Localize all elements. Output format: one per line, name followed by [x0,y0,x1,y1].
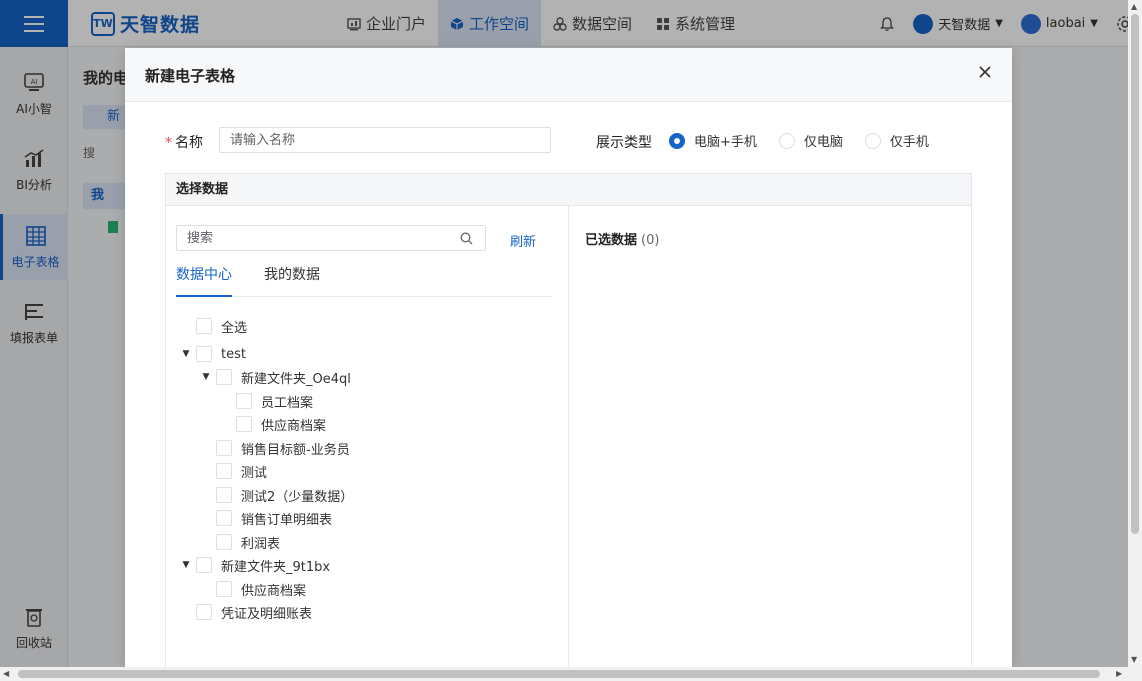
tree-checkbox[interactable] [216,534,232,550]
required-mark: * [165,135,172,151]
tree-item[interactable]: 销售订单明细表 [196,508,332,528]
tree-item-label: 凭证及明细账表 [221,606,313,622]
refresh-button[interactable]: 刷新 [510,231,536,250]
search-icon[interactable] [460,232,473,245]
tree-checkbox[interactable] [236,416,252,432]
tree-checkbox[interactable] [196,557,212,573]
tree-item[interactable]: 员工档案 [216,391,313,411]
name-label: * 名称 [165,135,203,151]
radio-desktop-only[interactable]: 仅电脑 [778,131,843,150]
tree-checkbox[interactable] [216,463,232,479]
horizontal-scrollbar[interactable]: ◀ ▶ [0,667,1142,681]
scroll-right-icon[interactable]: ▶ [1116,669,1122,678]
tree-item-label: 新建文件夹_9t1bx [221,559,331,575]
radio-unchecked-icon [778,132,795,149]
tree-item-label: 员工档案 [261,395,314,411]
selected-data-title: 已选数据 [585,233,638,248]
radio-mobile-only[interactable]: 仅手机 [864,131,929,150]
vertical-scroll-thumb[interactable] [1131,14,1139,534]
data-tabs: 数据中心 我的数据 [176,263,552,297]
horizontal-scroll-thumb[interactable] [18,670,1100,678]
select-data-panel: 选择数据 刷新 数据中心 我的数据 全选 ▼ test ▼ 新建文件夹_Oe4ql 员工档… [165,173,972,669]
tree-item[interactable]: 供应商档案 [196,579,306,599]
tree-item[interactable]: 供应商档案 [216,414,326,434]
tree-item[interactable]: ▼ 新建文件夹_9t1bx [176,555,330,575]
tree-item[interactable]: ▼ test [176,344,246,364]
tree-item-label: 利润表 [241,536,281,552]
scroll-up-icon[interactable]: ▲ [1131,2,1137,11]
tree-item-label: 供应商档案 [261,418,327,434]
tab-data-center[interactable]: 数据中心 [176,263,232,297]
vertical-scrollbar[interactable]: ▲ ▼ [1128,0,1142,667]
new-spreadsheet-dialog: 新建电子表格 *名称 展示类型 电脑+手机 仅电脑 仅手机 选择数据 刷新 数据… [125,48,1012,669]
tree-checkbox[interactable] [196,346,212,362]
tree-item[interactable]: 凭证及明细账表 [176,602,312,622]
select-data-title: 选择数据 [166,174,971,206]
name-input[interactable] [219,127,551,153]
scroll-left-icon[interactable]: ◀ [3,669,9,678]
selected-count: (0) [641,233,660,248]
dialog-title: 新建电子表格 [145,67,236,85]
tree-item[interactable]: 测试 [196,461,267,481]
tree-item[interactable]: 全选 [176,316,247,336]
tree-item-label: 销售目标额-业务员 [241,442,350,458]
tree-item[interactable]: 销售目标额-业务员 [196,438,350,458]
caret-down-icon[interactable]: ▼ [196,372,216,382]
tree-checkbox[interactable] [196,604,212,620]
tree-checkbox[interactable] [196,318,212,334]
tree-checkbox[interactable] [216,440,232,456]
caret-down-icon[interactable]: ▼ [176,560,196,570]
tree-checkbox[interactable] [236,393,252,409]
tree-item-label: 测试 [241,465,268,481]
scroll-down-icon[interactable]: ▼ [1131,655,1137,664]
tree-item-label: test [221,346,246,362]
tree-checkbox[interactable] [216,581,232,597]
data-search-input[interactable] [176,225,486,251]
display-type-radio-group: 电脑+手机 仅电脑 仅手机 [669,131,929,150]
data-source-pane: 刷新 数据中心 我的数据 全选 ▼ test ▼ 新建文件夹_Oe4ql 员工档案供应商档… [166,206,569,669]
radio-desktop-mobile[interactable]: 电脑+手机 [669,131,757,150]
display-type-label: 展示类型 [596,135,652,151]
tree-item-label: 全选 [221,320,248,336]
tree-item-label: 销售订单明细表 [241,512,333,528]
tree-checkbox[interactable] [216,510,232,526]
tree-item[interactable]: 利润表 [196,532,280,552]
caret-down-icon[interactable]: ▼ [176,349,196,359]
tree-item[interactable]: 测试2（少量数据） [196,485,353,505]
close-icon[interactable] [978,65,992,79]
tab-my-data[interactable]: 我的数据 [264,263,320,297]
radio-unchecked-icon [864,132,881,149]
tree-item-label: 新建文件夹_Oe4ql [241,371,351,387]
radio-checked-icon [669,132,685,149]
tree-item[interactable]: ▼ 新建文件夹_Oe4ql [196,367,351,387]
tree-checkbox[interactable] [216,369,232,385]
selected-data-pane: 已选数据 (0) [585,229,659,248]
tree-checkbox[interactable] [216,487,232,503]
tree-item-label: 测试2（少量数据） [241,489,354,505]
dialog-header: 新建电子表格 [125,48,1012,102]
tree-item-label: 供应商档案 [241,583,307,599]
